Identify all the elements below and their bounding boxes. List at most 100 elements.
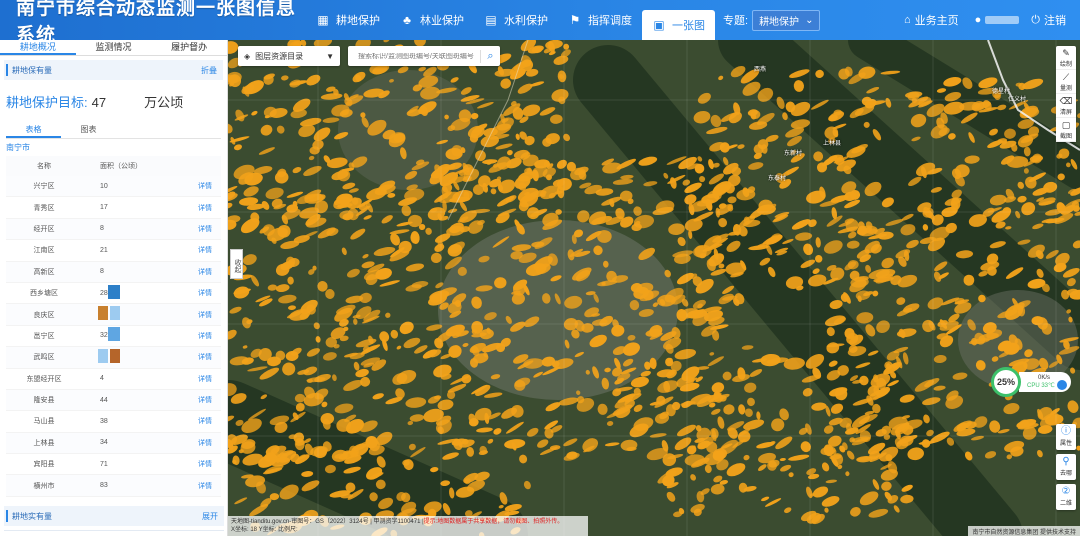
table-row: 东盟经开区 4 详情: [6, 369, 221, 390]
place-label: 上林县: [823, 141, 842, 147]
attribute-tool[interactable]: ⓘ 属性: [1056, 424, 1076, 450]
layer-catalog-select[interactable]: ◈ 图层资源目录 ▼: [238, 46, 340, 66]
chevron-down-icon: ⌄: [805, 14, 814, 26]
collapse-toggle[interactable]: 折叠: [201, 65, 223, 76]
top-header: 南宁市综合动态监测一张图信息系统 ▦ 耕地保护 ♣ 林业保护 ▤ 水利保护 ⚑ 指挥调度…: [0, 0, 1080, 46]
left-tabs: 耕地概况 监测情况 履护督办: [0, 40, 227, 56]
detail-link[interactable]: 详情: [174, 374, 216, 384]
tab-chart[interactable]: 图表: [61, 121, 116, 138]
redaction-mark: [108, 327, 120, 342]
nav-forestry[interactable]: ♣ 林业保护: [390, 0, 474, 40]
detail-link[interactable]: 详情: [174, 438, 216, 448]
detail-link[interactable]: 详情: [174, 416, 216, 426]
nav-one-map[interactable]: ▣ 一张图: [642, 10, 715, 40]
detail-link[interactable]: 详情: [174, 481, 216, 491]
detail-link[interactable]: 详情: [174, 331, 216, 341]
row-name: 宾阳县: [33, 461, 55, 469]
detail-link[interactable]: 详情: [174, 395, 216, 405]
header-actions: ⌂ 业务主页 ● ⏻ 注销: [904, 12, 1080, 28]
satellite-imagery: [228, 40, 1080, 536]
tab-overview[interactable]: 耕地概况: [0, 40, 76, 55]
row-area: 10: [100, 182, 108, 190]
measure-tool[interactable]: ⟋ 量测: [1056, 70, 1076, 94]
tech-credit: 南宁市自然资源信息集团 提供技术支持: [968, 526, 1080, 536]
section-retention: 耕地保有量 折叠: [4, 60, 223, 80]
grid-icon: ▦: [317, 13, 329, 27]
row-name: 横州市: [33, 482, 55, 490]
section-divider: [4, 530, 224, 536]
search-input[interactable]: [348, 52, 480, 60]
panel-collapse-handle[interactable]: 收起: [230, 249, 243, 279]
main-nav: ▦ 耕地保护 ♣ 林业保护 ▤ 水利保护 ⚑ 指挥调度 ▣ 一张图: [306, 0, 715, 40]
table-row: 良庆区 20详情: [6, 304, 221, 326]
detail-link[interactable]: 详情: [174, 245, 216, 255]
section-actual-head: 耕地实有量 展开: [4, 506, 224, 526]
redaction-mark: [98, 306, 108, 321]
layers-icon: ◈: [244, 51, 251, 61]
table-row: 武鸣区 58详情: [6, 347, 221, 369]
goto-tool[interactable]: ⚲ 去哪: [1056, 454, 1076, 480]
detail-link[interactable]: 详情: [174, 267, 216, 277]
row-name: 武鸣区: [33, 354, 55, 362]
search-icon[interactable]: ⌕: [480, 49, 500, 63]
row-area: 71: [100, 460, 108, 468]
left-panel: 耕地概况 监测情况 履护督办 耕地保有量 折叠 耕地保护目标: 47 万公顷 表…: [0, 40, 228, 536]
table-row: 宾阳县 71 详情: [6, 454, 221, 476]
row-name: 良庆区: [33, 311, 55, 319]
screenshot-tool[interactable]: ▢ 截图: [1056, 118, 1076, 142]
row-area: 34: [100, 439, 108, 447]
user-icon: ●: [974, 14, 982, 26]
pin-icon: ⚲: [1062, 456, 1070, 467]
nav-water[interactable]: ▤ 水利保护: [474, 0, 558, 40]
clear-tool[interactable]: ⌫ 清屏: [1056, 94, 1076, 118]
eraser-icon: ⌫: [1059, 96, 1073, 106]
redaction-mark: [110, 306, 120, 321]
tab-table[interactable]: 表格: [6, 121, 61, 138]
row-area: 8: [100, 225, 104, 233]
place-label: 仁义村: [1008, 97, 1027, 103]
detail-link[interactable]: 详情: [174, 181, 216, 191]
place-label: 西燕: [754, 67, 767, 73]
map-view[interactable]: 西燕 东新村 上林县 东泰村 德星村 仁义村 ◈ 图层资源目录 ▼ ⌕ ✎绘制 …: [228, 40, 1080, 536]
section-title: 耕地实有量: [12, 511, 52, 521]
row-area: 20: [82, 306, 174, 321]
tree-icon: ♣: [403, 13, 411, 27]
detail-link[interactable]: 详情: [174, 224, 216, 234]
target-value: 47: [91, 95, 107, 110]
user-menu[interactable]: ●: [975, 14, 1020, 26]
table-header: 名称 面积（公顷）: [6, 156, 221, 176]
table-row: 横州市 83 详情: [6, 475, 221, 497]
col-area: 面积（公顷）: [100, 163, 142, 170]
2d-toggle[interactable]: ② 二维: [1056, 484, 1076, 510]
home-button[interactable]: ⌂ 业务主页: [904, 12, 959, 28]
redaction-mark: [110, 348, 120, 363]
row-area: 17: [100, 204, 108, 212]
section-actual: 耕地实有量 展开: [0, 502, 228, 526]
map-tools-bottom: ⓘ 属性 ⚲ 去哪 ② 二维: [1056, 424, 1076, 514]
cpu-monitor: 0K/s CPU 33℃ 25%: [991, 367, 1075, 397]
tab-monitoring[interactable]: 监测情况: [76, 40, 152, 55]
row-area: 44: [100, 396, 108, 404]
nav-farmland[interactable]: ▦ 耕地保护: [306, 0, 390, 40]
table-row: 隆安县 44 详情: [6, 389, 221, 412]
detail-link[interactable]: 详情: [174, 288, 216, 298]
detail-link[interactable]: 详情: [174, 203, 216, 213]
row-area: 4: [100, 375, 104, 383]
topic-select[interactable]: 耕地保护 ⌄: [752, 9, 821, 31]
table-row: 兴宁区 10 详情: [6, 176, 221, 198]
map-search: ⌕: [348, 46, 500, 66]
expand-toggle[interactable]: 展开: [202, 511, 224, 522]
place-label: 东泰村: [768, 176, 787, 182]
table-row: 高新区 8 详情: [6, 261, 221, 283]
row-name: 上林县: [33, 439, 55, 447]
camera-icon: ▢: [1061, 120, 1071, 130]
logout-button[interactable]: ⏻ 注销: [1031, 12, 1066, 28]
draw-tool[interactable]: ✎ 绘制: [1056, 46, 1076, 70]
cpu-percent: 25%: [991, 367, 1021, 397]
detail-link[interactable]: 详情: [174, 352, 216, 362]
nav-command[interactable]: ⚑ 指挥调度: [558, 0, 642, 40]
detail-link[interactable]: 详情: [174, 459, 216, 469]
detail-link[interactable]: 详情: [174, 310, 216, 320]
pencil-icon: ✎: [1062, 48, 1070, 58]
tab-supervision[interactable]: 履护督办: [151, 40, 227, 55]
